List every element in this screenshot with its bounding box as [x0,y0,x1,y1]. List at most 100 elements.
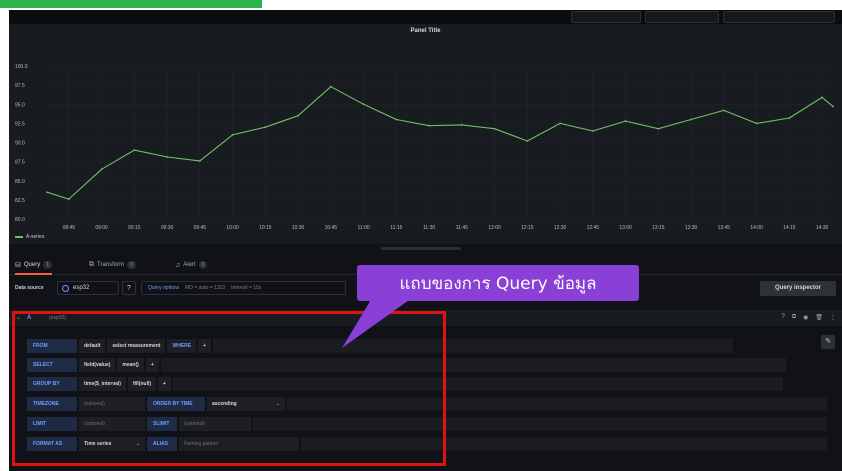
series-point [526,140,529,142]
x-tick-label: 09:45 [194,225,207,231]
series-point [559,122,561,125]
annotation-callout: แถบของการ Query ข้อมูล [357,265,639,301]
series-point [722,109,725,112]
top-toolbar [9,10,842,24]
x-tick-label: 08:45 [63,225,76,231]
tab-transform-label: Transform [97,262,125,268]
top-accent-bar [0,0,262,8]
y-tick-label: 87.5 [15,160,25,166]
help-icon[interactable]: ? [781,314,784,321]
legend-swatch [15,236,23,238]
transform-icon: ⧉ [89,261,94,268]
series-point [198,159,201,162]
series-line-a-series [46,86,834,200]
query-actions: ? ⧉ ◉ 🗑 ⋮ [781,314,836,321]
datasource-help-button[interactable]: ? [122,281,136,295]
x-tick-label: 10:00 [226,225,239,231]
x-tick-label: 14:15 [783,225,796,231]
x-tick-label: 11:30 [423,225,435,231]
x-tick-label: 09:00 [95,225,108,231]
tab-transform[interactable]: ⧉ Transform 0 [89,257,136,273]
x-tick-label: 12:00 [488,225,501,231]
series-point [100,168,103,171]
tab-query-count: 1 [43,261,52,269]
x-tick-label: 13:45 [718,225,731,231]
x-tick-label: 13:00 [619,225,632,231]
y-tick-label: 82.5 [15,198,25,204]
legend-label: A-series [26,234,45,240]
series-point [821,96,823,99]
y-tick-label: 85.0 [15,179,25,185]
y-tick-label: 95.0 [15,102,25,108]
tab-alert-label: Alert [183,262,196,268]
y-tick-label: 80.0 [15,217,25,223]
x-tick-label: 11:00 [358,225,370,231]
series-point [755,122,758,125]
series-point [832,105,834,108]
query-options-summary: MD = auto = 1313 [185,285,226,291]
x-tick-label: 11:45 [456,225,468,231]
y-tick-label: 97.5 [15,83,25,89]
legend[interactable]: A-series [15,234,44,240]
bell-icon: ♫ [175,261,181,269]
tab-alert[interactable]: ♫ Alert 0 [175,257,208,273]
x-tick-label: 12:30 [554,225,567,231]
x-tick-label: 13:15 [652,225,665,231]
datasource-icon [62,284,69,292]
toolbar-button[interactable] [571,11,641,23]
query-options[interactable]: Query options MD = auto = 1313 Interval … [141,281,346,295]
pane-resize-handle[interactable] [381,247,461,250]
datasource-select[interactable]: esp32 [57,281,119,295]
pencil-icon[interactable]: ✎ [821,335,835,349]
database-icon: ⛁ [15,262,21,269]
trash-icon[interactable]: 🗑 [815,314,823,321]
series-point [657,127,660,130]
x-tick-label: 12:45 [587,225,600,231]
series-point [788,117,791,119]
query-options-link[interactable]: Query options [148,285,179,291]
series-point [395,118,398,121]
series-point [67,198,70,201]
x-tick-label: 09:30 [161,225,174,231]
series-point [362,103,365,106]
query-inspector-button[interactable]: Query inspector [760,281,836,296]
series-point [264,126,267,129]
callout-pointer [342,298,412,348]
x-tick-label: 09:15 [128,225,141,231]
x-tick-label: 13:30 [685,225,698,231]
time-series-chart: 100.0 97.5 95.0 92.5 90.0 87.5 85.0 82.5 80.0 08:… [15,64,834,231]
series-point [231,133,234,136]
query-options-interval: Interval = 15s [231,285,262,291]
tab-transform-count: 0 [127,261,136,269]
x-tick-label: 10:15 [259,225,272,231]
datasource-label: Data source [15,285,44,291]
series-point [428,124,430,127]
graph-panel: Panel Title 100.0 97.5 95.0 92.5 90.0 87.5 85.… [9,24,842,244]
x-tick-label: 14:00 [750,225,763,231]
datasource-value: esp32 [73,285,90,291]
duplicate-icon[interactable]: ⧉ [792,314,796,321]
x-tick-label: 10:45 [325,225,338,231]
series-point [690,118,692,121]
x-tick-label: 10:30 [292,225,305,231]
y-tick-label: 100.0 [15,64,28,70]
series-point [624,120,627,122]
series-point [133,149,136,152]
x-tick-label: 12:15 [521,225,534,231]
y-tick-label: 90.0 [15,141,25,147]
toolbar-button[interactable] [723,11,835,23]
toolbar-button[interactable] [645,11,719,23]
series-point [46,191,48,194]
drag-handle-icon[interactable]: ⋮ [830,314,836,321]
series-point [166,156,168,158]
tab-query-label: Query [23,262,41,268]
tab-query[interactable]: ⛁ Query 1 [15,257,52,275]
x-tick-label: 14:30 [816,225,829,231]
x-tick-label: 11:15 [390,225,402,231]
series-point [591,130,594,132]
series-point [297,114,299,117]
y-tick-label: 92.5 [15,121,25,127]
tab-alert-count: 0 [198,261,208,269]
series-point [329,85,332,88]
eye-icon[interactable]: ◉ [803,314,808,321]
